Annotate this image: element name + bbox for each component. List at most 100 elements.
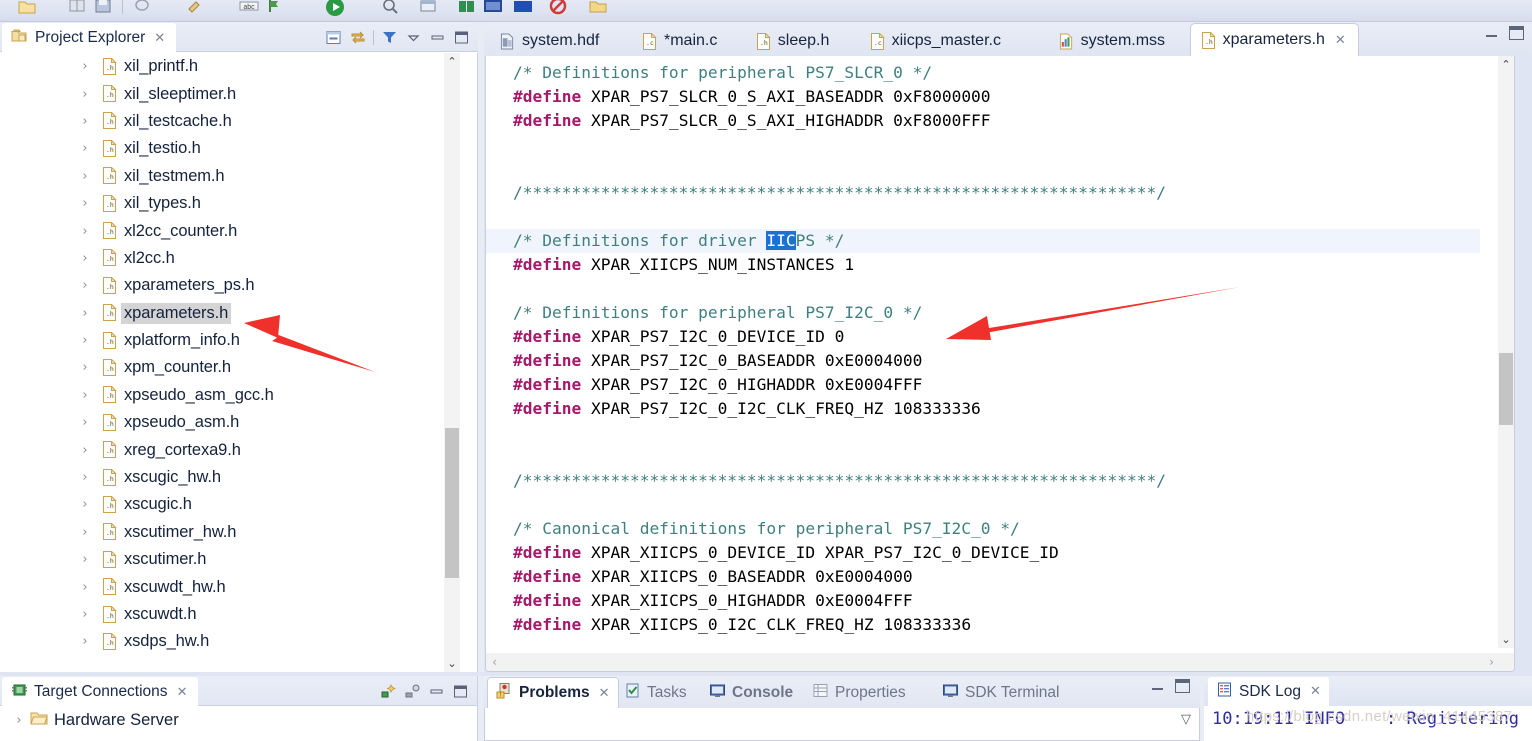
editor-vertical-scrollbar[interactable]: ⌃ ⌄ <box>1498 56 1514 648</box>
tree-item-xscugic-h[interactable]: › .h xscugic.h <box>0 491 455 518</box>
code-line[interactable]: #define XPAR_PS7_SLCR_0_S_AXI_HIGHADDR 0… <box>486 109 1480 133</box>
new-connection-icon[interactable] <box>380 683 397 700</box>
expand-arrow-icon[interactable]: › <box>80 443 90 458</box>
code-line[interactable] <box>486 277 1480 301</box>
target-item-hardware-server[interactable]: › Hardware Server <box>0 706 477 734</box>
code-line[interactable]: #define XPAR_XIICPS_0_I2C_CLK_FREQ_HZ 10… <box>486 613 1480 637</box>
expand-arrow-icon[interactable]: › <box>80 114 90 129</box>
target-connections-tree[interactable]: › Hardware Server <box>0 706 477 734</box>
code-line[interactable] <box>486 493 1480 517</box>
expand-arrow-icon[interactable]: › <box>80 224 90 239</box>
scroll-right-icon[interactable]: › <box>1483 653 1500 671</box>
filter-icon[interactable] <box>381 29 398 46</box>
code-line[interactable]: /***************************************… <box>486 469 1480 493</box>
tree-item-xparameters-h[interactable]: › .h xparameters.h <box>0 300 455 327</box>
tree-item-xscuwdt-hw-h[interactable]: › .h xscuwdt_hw.h <box>0 573 455 600</box>
code-line[interactable] <box>486 445 1480 469</box>
save-all-icon[interactable] <box>93 0 113 16</box>
code-line[interactable]: #define XPAR_PS7_SLCR_0_S_AXI_BASEADDR 0… <box>486 85 1480 109</box>
code-line[interactable]: #define XPAR_PS7_I2C_0_DEVICE_ID 0 <box>486 325 1480 349</box>
tree-item-xpseudo-asm-h[interactable]: › .h xpseudo_asm.h <box>0 409 455 436</box>
tree-item-xscutimer-hw-h[interactable]: › .h xscutimer_hw.h <box>0 519 455 546</box>
abc-spell-icon[interactable]: abc <box>238 0 259 16</box>
scrollbar-thumb[interactable] <box>1499 353 1513 425</box>
code-line[interactable]: /* Definitions for peripheral PS7_I2C_0 … <box>486 301 1480 325</box>
expand-arrow-icon[interactable]: › <box>80 251 90 266</box>
close-icon[interactable]: ✕ <box>1310 684 1321 699</box>
bottom-tab-console[interactable]: Console <box>701 678 801 708</box>
expand-arrow-icon[interactable]: › <box>80 497 90 512</box>
editor-horizontal-scrollbar[interactable]: ‹ › <box>486 653 1514 671</box>
code-line[interactable]: #define XPAR_XIICPS_0_DEVICE_ID XPAR_PS7… <box>486 541 1480 565</box>
code-line[interactable] <box>486 205 1480 229</box>
editor-tab-system-mss[interactable]: system.mss <box>1049 26 1177 56</box>
close-icon[interactable]: ✕ <box>177 685 188 700</box>
folder-yellow-icon[interactable] <box>588 0 608 16</box>
code-line[interactable] <box>486 133 1480 157</box>
tree-item-xreg-cortexa9-h[interactable]: › .h xreg_cortexa9.h <box>0 436 455 463</box>
expand-arrow-icon[interactable]: › <box>80 278 90 293</box>
book-icon[interactable] <box>67 0 87 16</box>
minimize-icon[interactable] <box>428 683 445 700</box>
maximize-icon[interactable] <box>1175 679 1190 693</box>
expand-arrow-icon[interactable]: › <box>80 525 90 540</box>
expand-arrow-icon[interactable]: › <box>14 713 24 728</box>
editor-tab-xparameters-h[interactable]: .h xparameters.h ✕ <box>1190 24 1358 56</box>
expand-arrow-icon[interactable]: › <box>80 580 90 595</box>
search-bug-icon[interactable] <box>132 0 152 16</box>
editor-tab-system-hdf[interactable]: system.hdf <box>490 26 611 56</box>
expand-arrow-icon[interactable]: › <box>80 634 90 649</box>
project-tree-scrollbar[interactable]: ⌃ ⌄ <box>444 53 460 672</box>
expand-arrow-icon[interactable]: › <box>80 59 90 74</box>
open-folder-icon[interactable] <box>17 0 37 16</box>
tab-sdk-log[interactable]: SDK Log ✕ <box>1208 677 1329 706</box>
stop-icon[interactable] <box>548 0 568 16</box>
code-line[interactable]: #define XPAR_PS7_I2C_0_I2C_CLK_FREQ_HZ 1… <box>486 397 1480 421</box>
expand-arrow-icon[interactable]: › <box>80 196 90 211</box>
tree-item-xscuwdt-h[interactable]: › .h xscuwdt.h <box>0 601 455 628</box>
minimize-icon[interactable] <box>1150 679 1165 693</box>
close-icon[interactable]: ✕ <box>1335 33 1346 48</box>
expand-arrow-icon[interactable]: › <box>80 87 90 102</box>
expand-arrow-icon[interactable]: › <box>80 470 90 485</box>
close-icon[interactable]: ✕ <box>154 31 165 46</box>
tree-item-xscugic-hw-h[interactable]: › .h xscugic_hw.h <box>0 464 455 491</box>
view-menu-icon[interactable] <box>405 29 422 46</box>
build-hammer-icon[interactable] <box>184 0 204 16</box>
expand-arrow-icon[interactable]: › <box>80 141 90 156</box>
zoom-icon[interactable] <box>380 0 400 16</box>
code-line[interactable]: /***************************************… <box>486 181 1480 205</box>
tree-item-xpseudo-asm-gcc-h[interactable]: › .h xpseudo_asm_gcc.h <box>0 382 455 409</box>
tree-item-xil-testcache-h[interactable]: › .h xil_testcache.h <box>0 108 455 135</box>
run-icon[interactable] <box>324 0 344 16</box>
code-line[interactable] <box>486 421 1480 445</box>
close-icon[interactable]: ✕ <box>599 686 610 701</box>
expand-arrow-icon[interactable]: › <box>80 388 90 403</box>
tab-project-explorer[interactable]: Project Explorer ✕ <box>2 23 177 52</box>
tree-item-xil-testio-h[interactable]: › .h xil_testio.h <box>0 135 455 162</box>
tree-item-xil-types-h[interactable]: › .h xil_types.h <box>0 190 455 217</box>
expand-arrow-icon[interactable]: › <box>80 333 90 348</box>
expand-arrow-icon[interactable]: › <box>80 552 90 567</box>
editor-tab-sleep-h[interactable]: .h sleep.h <box>746 26 842 56</box>
code-line[interactable]: /* Definitions for peripheral PS7_SLCR_0… <box>486 61 1480 85</box>
bottom-tab-properties[interactable]: Properties <box>804 678 914 708</box>
debug-flag-icon[interactable] <box>264 0 284 16</box>
scroll-left-icon[interactable]: ‹ <box>486 653 503 671</box>
editor-tab--main-c[interactable]: .c *main.c <box>632 26 729 56</box>
scrollbar-thumb[interactable] <box>445 428 459 578</box>
code-line[interactable]: /* Canonical definitions for peripheral … <box>486 517 1480 541</box>
bottom-tab-tasks[interactable]: Tasks <box>616 678 695 708</box>
tree-item-xl2cc-counter-h[interactable]: › .h xl2cc_counter.h <box>0 217 455 244</box>
scroll-up-icon[interactable]: ⌃ <box>444 53 460 70</box>
tree-item-xsdps-hw-h[interactable]: › .h xsdps_hw.h <box>0 628 455 655</box>
scroll-up-icon[interactable]: ⌃ <box>1498 56 1514 73</box>
scroll-down-icon[interactable]: ⌄ <box>444 655 460 672</box>
maximize-icon[interactable] <box>452 683 469 700</box>
code-line[interactable] <box>486 157 1480 181</box>
tree-item-xplatform-info-h[interactable]: › .h xplatform_info.h <box>0 327 455 354</box>
blue-screen-icon[interactable] <box>512 0 532 16</box>
tab-target-connections[interactable]: Target Connections ✕ <box>2 677 199 706</box>
tree-item-xscutimer-h[interactable]: › .h xscutimer.h <box>0 546 455 573</box>
tree-item-xil-printf-h[interactable]: › .h xil_printf.h <box>0 53 455 80</box>
